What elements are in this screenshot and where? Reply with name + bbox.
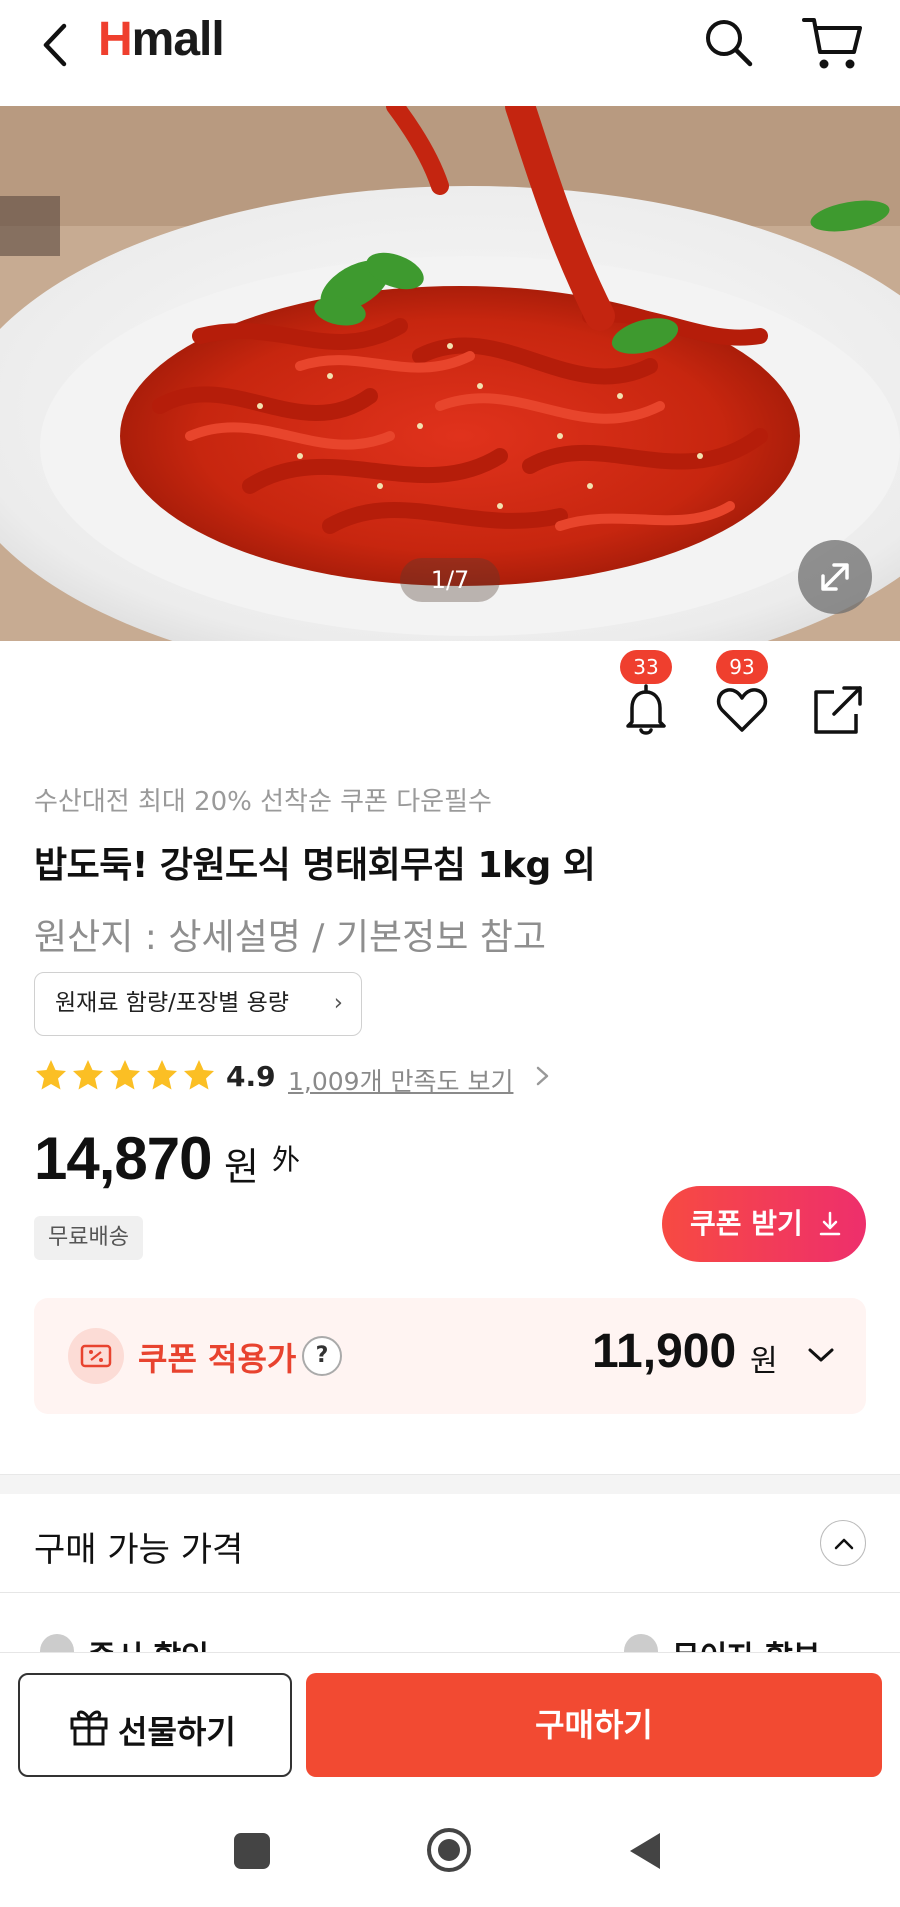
rating-value: 4.9 — [226, 1060, 276, 1093]
search-icon — [706, 20, 753, 67]
hmall-logo[interactable]: Hmall — [98, 12, 225, 67]
expand-image-button[interactable] — [798, 540, 872, 614]
cart-button[interactable] — [800, 12, 864, 72]
product-image-gallery[interactable]: 1/7 — [0, 106, 900, 641]
chevron-down-icon[interactable] — [804, 1342, 838, 1368]
download-icon — [819, 1211, 841, 1236]
section-divider — [0, 1474, 900, 1494]
image-counter: 1/7 — [400, 558, 500, 602]
back-button[interactable] — [34, 18, 80, 72]
product-actions: 33 93 — [0, 650, 900, 750]
chevron-up-icon — [834, 1538, 854, 1550]
coupon-price-label: 쿠폰 적용가 — [138, 1340, 297, 1378]
search-button[interactable] — [700, 14, 756, 70]
get-coupon-button[interactable]: 쿠폰 받기 — [662, 1186, 866, 1262]
cart-icon — [802, 18, 862, 69]
chevron-right-icon: › — [333, 990, 343, 1016]
installment-icon — [624, 1634, 658, 1652]
price-unit: 원 — [224, 1145, 259, 1189]
sale-price: 14,870 — [34, 1125, 213, 1192]
section-line — [0, 1592, 900, 1593]
rating-stars — [34, 1058, 219, 1098]
recents-icon[interactable] — [234, 1833, 270, 1869]
rating-row: 4.9 1,009개 만족도 보기 — [34, 1058, 634, 1098]
gift-icon — [70, 1710, 108, 1746]
get-coupon-label: 쿠폰 받기 — [690, 1207, 803, 1240]
restock-alarm-button[interactable] — [616, 680, 676, 740]
chevron-right-icon — [536, 1066, 549, 1086]
gift-button[interactable]: 선물하기 — [18, 1673, 292, 1777]
heart-icon — [716, 688, 768, 732]
back-triangle-icon[interactable] — [628, 1831, 662, 1871]
collapse-button[interactable] — [820, 1520, 866, 1566]
coupon-price-unit: 원 — [750, 1344, 778, 1379]
reviews-link[interactable]: 1,009개 만족도 보기 — [288, 1062, 513, 1098]
share-icon — [814, 686, 862, 734]
like-button[interactable] — [712, 680, 772, 740]
price-options-row: 즉시 할인 무이자 할부 — [0, 1628, 900, 1652]
purchase-bar: 선물하기 구매하기 — [0, 1652, 900, 1777]
help-button[interactable]: ? — [302, 1336, 342, 1376]
origin-text: 원산지 : 상세설명 / 기본정보 참고 — [34, 917, 547, 958]
promo-text: 수산대전 최대 20% 선착순 쿠폰 다운필수 — [34, 787, 492, 817]
coupon-price-panel[interactable]: 쿠폰 적용가 ? 11,900 원 — [34, 1298, 866, 1414]
expand-icon — [821, 563, 849, 591]
coupon-price-amount: 11,900 — [592, 1325, 737, 1378]
star-icon — [110, 1060, 140, 1090]
star-icon — [73, 1060, 103, 1090]
free-shipping-badge: 무료배송 — [34, 1216, 143, 1260]
ingredient-info-button[interactable]: 원재료 함량/포장별 용량 › — [34, 972, 362, 1036]
star-icon — [147, 1060, 177, 1090]
top-app-bar: Hmall — [0, 0, 900, 106]
system-nav-bar — [0, 1777, 900, 1907]
star-icon — [184, 1060, 214, 1090]
price-suffix: 外 — [272, 1143, 301, 1176]
back-chevron-icon — [43, 23, 67, 67]
buy-button[interactable]: 구매하기 — [306, 1673, 882, 1777]
home-icon[interactable] — [424, 1825, 474, 1875]
star-icon — [36, 1060, 66, 1090]
alarm-count-badge: 33 — [620, 650, 672, 684]
instant-discount-label: 즉시 할인 — [88, 1632, 209, 1652]
coupon-icon — [68, 1328, 124, 1384]
product-title: 밥도둑! 강원도식 명태회무침 1kg 외 — [34, 845, 596, 886]
installment-label: 무이자 할부 — [672, 1632, 820, 1652]
gift-label: 선물하기 — [118, 1713, 236, 1751]
bell-icon — [626, 684, 666, 735]
section-title: 구매 가능 가격 — [34, 1530, 244, 1570]
discount-icon — [40, 1634, 74, 1652]
ingredient-info-label: 원재료 함량/포장별 용량 — [55, 990, 289, 1016]
like-count-badge: 93 — [716, 650, 768, 684]
share-button[interactable] — [808, 680, 868, 740]
